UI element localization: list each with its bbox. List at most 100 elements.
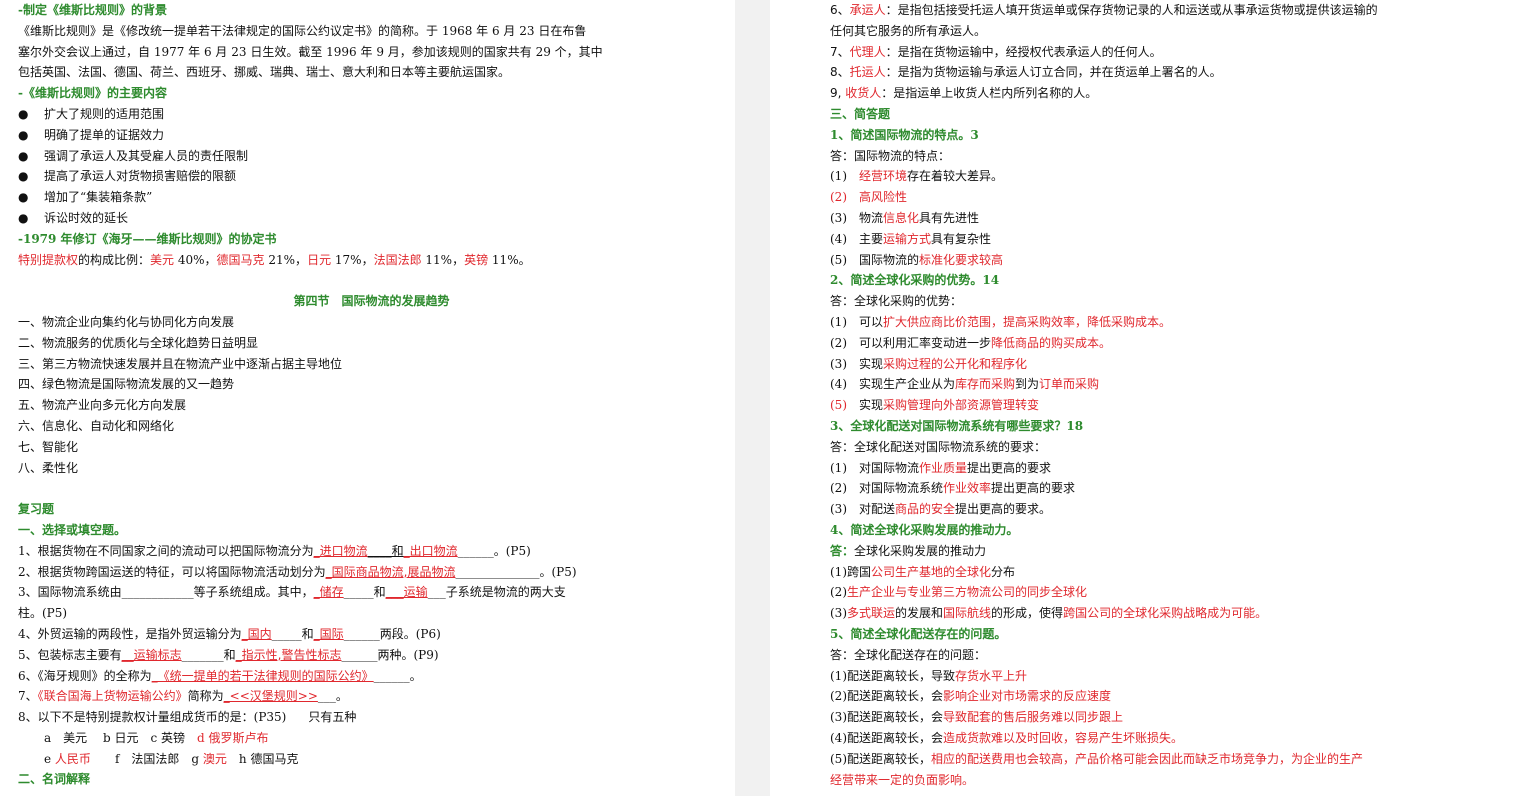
bullet-item: ● 明确了提单的证据效力 (18, 125, 725, 146)
text: 全球化采购发展的推动力 (854, 543, 987, 558)
text: ______________。(P5) (455, 564, 577, 579)
answer-label: 答： (830, 543, 855, 558)
answer: __运输标志 (121, 647, 182, 662)
document-page-right: 6、承运人：是指包括接受托运人填开货运单或保存货物记录的人和运送或从事承运货物或… (770, 0, 1516, 796)
text: 到为 (1015, 377, 1040, 392)
answer: _出口物流 (403, 543, 458, 558)
text: 降低商品的购买成本。 (991, 335, 1112, 350)
answer-item: (5) 实现采购管理向外部资源管理转变 (830, 395, 1506, 416)
trend-item: 一、物流企业向集约化与协同化方向发展 (18, 314, 235, 329)
question-8-options-1: a 美元 b 日元 c 英镑 d 俄罗斯卢布 (18, 728, 725, 749)
text: 生产企业与专业第三方物流公司的同步全球化 (847, 585, 1088, 600)
term: 托运人 (849, 65, 886, 80)
currency-frf: 法国法郎 (373, 252, 422, 267)
text: ：是指在货物运输中，经授权代表承运人的任何人。 (885, 44, 1162, 59)
text: ：是指包括接受托运人填开货运单或保存货物记录的人和运送或从事承运货物或提供该运输… (885, 3, 1378, 17)
bullet-text: 明确了提单的证据效力 (44, 127, 165, 142)
currency-gbp: 英镑 (464, 252, 489, 267)
answer-item: (2)配送距离较长，会影响企业对市场需求的反应速度 (830, 686, 1506, 707)
text: 7、 (18, 689, 38, 704)
answer-item: (1)配送距离较长，导致存货水平上升 (830, 666, 1506, 687)
trend-item: 七、智能化 (18, 439, 79, 454)
answer-intro: 答：全球化配送对国际物流系统的要求： (830, 439, 1047, 454)
bullet-item: ● 诉讼时效的延长 (18, 208, 725, 229)
text: _____和 (271, 626, 314, 641)
text: 主要 (859, 231, 884, 246)
bullet-item: ● 强调了承运人及其受雇人员的责任限制 (18, 146, 725, 167)
definition-shipper: 8、托运人：是指为货物运输与承运人订立合同，并在货运单上署名的人。 (830, 62, 1506, 83)
item-number: (2) (830, 335, 859, 350)
text: 具有复杂性 (931, 231, 992, 246)
paragraph-line: 包括英国、法国、德国、荷兰、西班牙、挪威、瑞典、瑞士、意大利和日本等主要航运国家… (18, 65, 511, 80)
bullet-text: 增加了“集装箱条款” (44, 190, 153, 205)
text: 相应的配送费用也会较高，产品价格可能会因此而缺乏市场竞争力，为企业的生产 (931, 751, 1364, 766)
text: 运输方式 (883, 231, 932, 246)
answer: _国际 (313, 626, 344, 641)
answer-item: (2) 高风险性 (830, 187, 1506, 208)
currency-dem: 德国马克 (216, 252, 265, 267)
text: _____和 (343, 585, 386, 600)
text: 21%， (264, 252, 308, 267)
bullet-item: ● 扩大了规则的适用范围 (18, 104, 725, 125)
sdr-composition: 特别提款权的构成比例：美元 40%，德国马克 21%，日元 17%，法国法郎 1… (18, 250, 725, 271)
paragraph-line: 《维斯比规则》是《修改统一提单若干法律规定的国际公约议定书》的简称。于 1968… (18, 23, 587, 38)
text: 跨国公司的全球化采购战略成为可能。 (1063, 606, 1268, 621)
bullet-icon: ● (18, 190, 29, 205)
text: 的构成比例： (78, 252, 151, 267)
question-title: 2、简述全球化采购的优势。14 (830, 273, 1000, 288)
answer-item: (2) 可以利用汇率变动进一步降低商品的购买成本。 (830, 333, 1506, 354)
text: 的发展和 (895, 606, 944, 621)
answer: _<<汉堡规则>> (223, 689, 318, 704)
text: 扩大供应商比价范围，提高采购效率，降低采购成本。 (883, 314, 1172, 329)
answer-intro: 答：全球化采购发展的推动力 (830, 541, 1506, 562)
definition-carrier-continued: 任何其它服务的所有承运人。 (830, 23, 987, 38)
term: 代理人 (849, 44, 886, 59)
question-7: 7、《联合国海上货物运输公约》简称为_<<汉堡规则>>___。 (18, 686, 725, 707)
text: 对配送 (859, 502, 896, 517)
text: 订单而采购 (1039, 377, 1100, 392)
text: 可以利用汇率变动进一步 (859, 335, 992, 350)
answer-item: (4) 主要运输方式具有复杂性 (830, 229, 1506, 250)
answer-item: (3)配送距离较长，会导致配套的售后服务难以同步跟上 (830, 707, 1506, 728)
terms-heading: 二、名词解释 (18, 772, 91, 787)
item-number: (4) (830, 377, 859, 392)
currency-jpy: 日元 (307, 252, 332, 267)
text: 11%， (421, 252, 465, 267)
item-number: (1) (830, 460, 859, 475)
currency-usd: 美元 (150, 252, 175, 267)
text: 8、以下不是特别提款权计量组成货币的是：(P35) (18, 710, 287, 725)
text: ____和 (367, 543, 404, 558)
item-number: (5) (830, 252, 859, 267)
text: (2)配送距离较长，会 (830, 689, 943, 704)
text: 公司生产基地的全球化 (871, 564, 992, 579)
text: 存在着较大差异。 (907, 169, 1004, 184)
question-6: 6、《海牙规则》的全称为_《统一提单的若干法律规则的国际公约》______。 (18, 666, 725, 687)
answer-item: (3) 对配送商品的安全提出更高的要求。 (830, 499, 1506, 520)
item-number: (3) (830, 210, 859, 225)
question-8: 8、以下不是特别提款权计量组成货币的是：(P35) 只有五种 (18, 707, 725, 728)
text: 高风险性 (859, 190, 908, 205)
bullet-icon: ● (18, 106, 29, 121)
term: 承运人 (849, 3, 886, 17)
definition-consignee: 9, 收货人：是指运单上收货人栏内所列名称的人。 (830, 83, 1506, 104)
item-number: (5) (830, 398, 859, 413)
answer-item: (4) 实现生产企业从为库存而采购到为订单而采购 (830, 374, 1506, 395)
text: 标准化要求较高 (919, 252, 1004, 267)
bullet-text: 强调了承运人及其受雇人员的责任限制 (44, 148, 249, 163)
question-3: 3、国际物流系统由____________等子系统组成。其中，_储存_____和… (18, 582, 725, 603)
bullet-text: 提高了承运人对货物损害赔偿的限额 (44, 169, 237, 184)
text: 物流 (859, 210, 884, 225)
text: 5、包装标志主要有 (18, 647, 122, 662)
text: 的形成，使得 (991, 606, 1064, 621)
text: (1)跨国 (830, 564, 871, 579)
item-number: (1) (830, 169, 859, 184)
answer-item: (3)多式联运的发展和国际航线的形成，使得跨国公司的全球化采购战略成为可能。 (830, 603, 1506, 624)
answer-item: (2) 对国际物流系统作业效率提出更高的要求 (830, 478, 1506, 499)
answer: _国际商品物流,展品物流 (325, 564, 456, 579)
text: 提出更高的要求。 (955, 502, 1052, 517)
text: ______。(P5) (457, 543, 531, 558)
text: (3) (830, 606, 847, 621)
answer: ___运输 (385, 585, 428, 600)
answer: _储存 (313, 585, 344, 600)
answer-item: (3) 物流信息化具有先进性 (830, 208, 1506, 229)
